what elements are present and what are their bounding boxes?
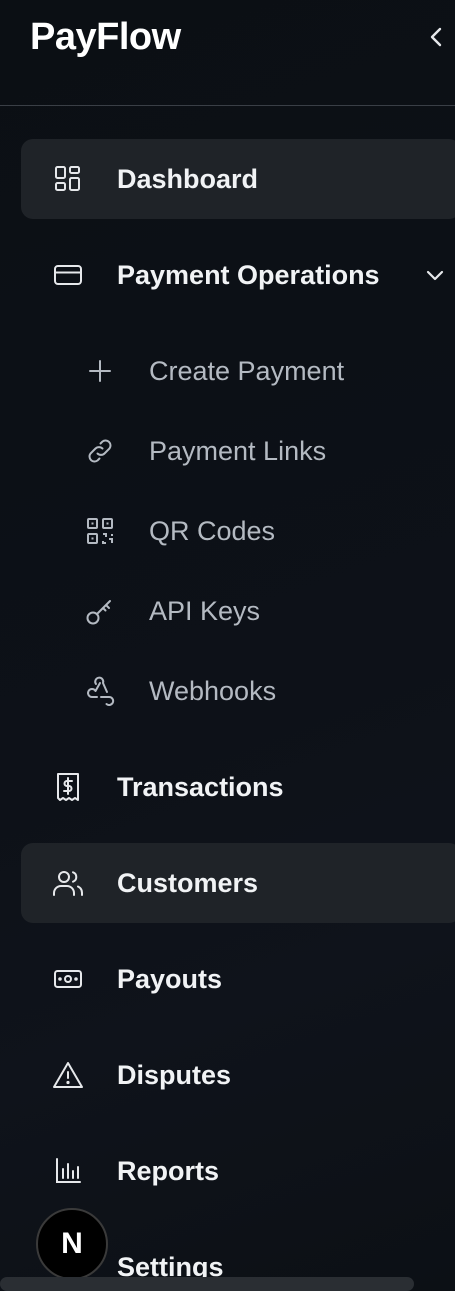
sidebar-subitem-label: Payment Links [149,435,327,466]
sidebar: PayFlow Dashboard Payment Operations Cre… [0,0,455,1291]
horizontal-scrollbar[interactable] [0,1277,414,1291]
sidebar-subitem-label: QR Codes [149,515,276,546]
sidebar-item-transactions[interactable]: Transactions [21,747,455,827]
sidebar-subitem-create-payment[interactable]: Create Payment [80,336,455,406]
chevron-left-icon [429,26,443,48]
bar-chart-icon [52,1155,84,1187]
sidebar-subitem-qr-codes[interactable]: QR Codes [80,496,455,566]
chevron-down-icon[interactable] [423,263,447,287]
sidebar-item-dashboard[interactable]: Dashboard [21,139,455,219]
qr-code-icon [84,515,116,547]
collapse-sidebar-button[interactable] [424,22,448,52]
avatar[interactable]: N [36,1208,108,1280]
receipt-dollar-icon [52,771,84,803]
dashboard-grid-icon [52,163,84,195]
sidebar-subitem-webhooks[interactable]: Webhooks [80,656,455,726]
sidebar-item-customers[interactable]: Customers [21,843,455,923]
sidebar-item-payouts[interactable]: Payouts [21,939,455,1019]
credit-card-icon [52,259,84,291]
alert-triangle-icon [52,1059,84,1091]
sidebar-subitem-payment-links[interactable]: Payment Links [80,416,455,486]
webhook-icon [84,675,116,707]
sidebar-item-label: Payouts [117,963,223,994]
sidebar-item-label: Transactions [117,771,284,802]
sidebar-item-reports[interactable]: Reports [21,1131,455,1211]
key-icon [84,595,116,627]
sidebar-item-label: Reports [117,1155,220,1186]
sidebar-item-label: Disputes [117,1059,232,1090]
sidebar-item-label: Customers [117,867,259,898]
sidebar-item-label: Payment Operations [117,259,380,290]
brand-logo[interactable]: PayFlow [30,16,181,59]
sidebar-subitem-label: API Keys [149,595,261,626]
sidebar-item-payment-operations[interactable]: Payment Operations [21,235,455,315]
sidebar-subitem-api-keys[interactable]: API Keys [80,576,455,646]
plus-icon [84,355,116,387]
link-icon [84,435,116,467]
sidebar-subitem-label: Create Payment [149,355,345,386]
users-icon [52,867,84,899]
header-divider [0,105,455,106]
avatar-initial: N [61,1227,83,1260]
sidebar-item-label: Dashboard [117,163,259,194]
sidebar-subitem-label: Webhooks [149,675,277,706]
sidebar-item-disputes[interactable]: Disputes [21,1035,455,1115]
banknote-icon [52,963,84,995]
